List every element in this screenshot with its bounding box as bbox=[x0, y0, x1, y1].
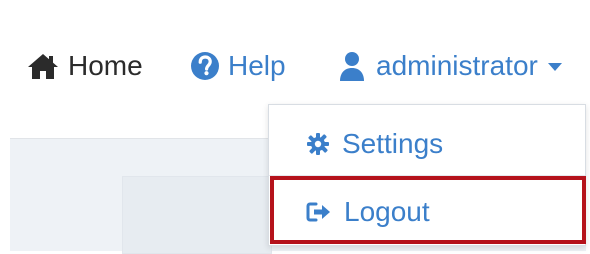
help-label: Help bbox=[228, 50, 286, 81]
user-menu-toggle[interactable]: administrator bbox=[336, 44, 562, 88]
sign-out-icon bbox=[306, 200, 332, 224]
home-label: Home bbox=[68, 50, 143, 81]
home-link[interactable]: Home bbox=[26, 44, 143, 88]
gear-icon bbox=[306, 132, 330, 156]
help-link[interactable]: Help bbox=[190, 44, 286, 88]
home-icon bbox=[26, 52, 60, 80]
user-name-label: administrator bbox=[376, 50, 538, 81]
screenshot-frame: Home Help administrator Settings Logout bbox=[0, 0, 590, 254]
content-panel bbox=[122, 176, 272, 254]
menu-divider bbox=[269, 175, 585, 176]
user-icon bbox=[336, 50, 368, 82]
caret-down-icon bbox=[547, 63, 562, 71]
logout-menu-item[interactable]: Logout bbox=[269, 177, 585, 247]
settings-menu-item[interactable]: Settings bbox=[269, 123, 585, 165]
settings-label: Settings bbox=[342, 128, 444, 159]
logout-label: Logout bbox=[344, 196, 430, 227]
question-circle-icon bbox=[190, 51, 220, 81]
user-dropdown-menu: Settings Logout bbox=[268, 104, 586, 246]
